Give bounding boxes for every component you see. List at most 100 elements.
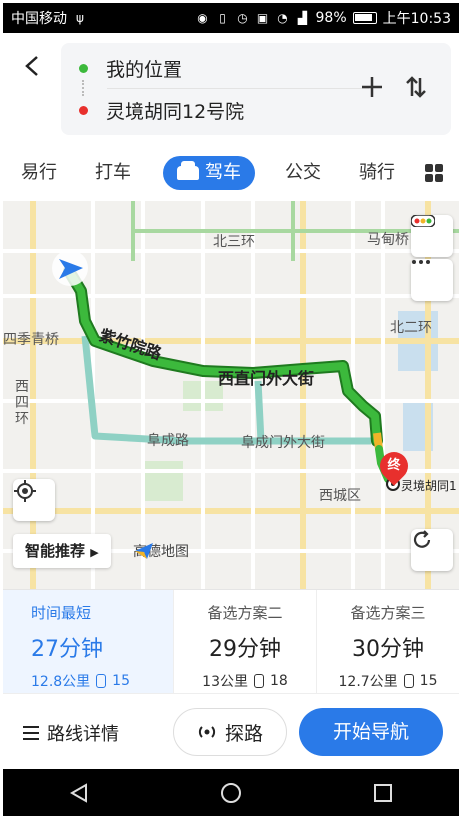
refresh-button[interactable] <box>411 529 453 571</box>
tab-yixing[interactable]: 易行 <box>21 156 57 190</box>
battery-icon <box>352 12 377 24</box>
route-header: 我的位置 灵境胡同12号院 <box>3 33 459 145</box>
route-time: 29分钟 <box>209 637 281 662</box>
route-lights: 15 <box>419 673 438 689</box>
label-xicheng: 西城区 <box>319 488 361 504</box>
swap-button[interactable] <box>401 75 431 105</box>
bottom-actions: 路线详情 探路 开始导航 <box>3 693 459 769</box>
label-fuchenglu: 阜成路 <box>147 433 189 449</box>
locate-button[interactable] <box>13 479 55 521</box>
field-divider <box>107 88 369 89</box>
nav-home-button[interactable] <box>219 781 243 805</box>
add-waypoint-button[interactable] <box>357 75 387 105</box>
signal-icon: ▟ <box>297 11 308 25</box>
label-madianqiao: 马甸桥 <box>367 232 409 248</box>
route-option-1[interactable]: 时间最短 27分钟 12.8公里 15 <box>3 590 174 693</box>
nav-back-icon <box>69 782 87 803</box>
back-arrow-icon <box>25 56 38 76</box>
back-button[interactable] <box>17 51 47 81</box>
traffic-light-icon <box>96 674 107 688</box>
car-icon <box>177 161 199 180</box>
traffic-light-icon <box>403 674 414 688</box>
route-distance: 13公里 <box>202 674 248 690</box>
destination-field[interactable]: 灵境胡同12号院 <box>79 95 244 125</box>
battery-percent: 98% <box>315 10 347 26</box>
route-title: 时间最短 <box>31 604 92 622</box>
origin-dot-icon <box>79 63 88 73</box>
route-distance: 12.8公里 <box>31 674 91 690</box>
route-title: 备选方案三 <box>350 604 426 622</box>
route-time: 27分钟 <box>31 637 103 662</box>
route-option-2[interactable]: 备选方案二 29分钟 13公里 18 <box>174 590 317 693</box>
end-marker: 终 <box>374 446 414 486</box>
label-beisanhuan: 北三环 <box>213 234 255 250</box>
route-lights: 15 <box>112 673 130 689</box>
tab-taxi[interactable]: 打车 <box>95 156 131 190</box>
route-title: 备选方案二 <box>207 604 283 622</box>
tab-bus[interactable]: 公交 <box>285 156 321 190</box>
broadcast-icon <box>198 726 216 738</box>
explore-route-button[interactable]: 探路 <box>173 708 287 756</box>
play-triangle-icon: ▶ <box>90 546 99 559</box>
end-marker-label: 终 <box>387 458 401 473</box>
carrier-label: 中国移动 <box>11 11 67 27</box>
list-icon <box>23 726 39 740</box>
more-options-button[interactable] <box>411 259 453 301</box>
alarm-icon: ◷ <box>237 11 248 25</box>
hd-icon: ▣ <box>256 11 269 25</box>
amap-logo: 高德地图 <box>133 541 189 561</box>
route-connector <box>82 80 84 96</box>
route-detail-button[interactable]: 路线详情 <box>23 720 119 746</box>
clock: 上午10:53 <box>382 11 451 27</box>
tab-drive[interactable]: 驾车 <box>163 156 255 190</box>
amap-logo-icon <box>135 543 153 559</box>
traffic-light-icon <box>254 674 264 688</box>
swap-icon <box>406 76 426 98</box>
more-modes-icon[interactable] <box>425 164 443 182</box>
route-meta: 12.8公里 15 <box>31 671 173 691</box>
route-option-3[interactable]: 备选方案三 30分钟 12.7公里 15 <box>317 590 459 693</box>
wifi-icon: ◔ <box>277 11 288 25</box>
nav-recents-icon <box>374 783 392 802</box>
destination-text: 灵境胡同12号院 <box>106 100 245 123</box>
route-distance: 12.7公里 <box>338 674 398 690</box>
route-label-xizhimenwai: 西直门外大街 <box>218 369 315 388</box>
route-time: 30分钟 <box>352 637 424 662</box>
status-bar: 中国移动 ψ ◉ ▯ ◷ ▣ ◔ ▟ 98% 上午10:53 <box>3 3 459 33</box>
route-detail-label: 路线详情 <box>47 724 119 745</box>
route-meta: 12.7公里 15 <box>317 671 459 691</box>
nav-back-button[interactable] <box>67 781 91 805</box>
vibrate-icon: ▯ <box>219 11 226 25</box>
smart-recommend-label: 智能推荐 <box>25 542 86 560</box>
origin-text: 我的位置 <box>106 58 183 81</box>
start-navigation-button[interactable]: 开始导航 <box>299 708 443 756</box>
traffic-toggle-button[interactable] <box>411 215 453 257</box>
more-dots-icon <box>412 260 430 264</box>
destination-dot-icon <box>79 105 88 115</box>
label-sijiqingqiao: 四季青桥 <box>3 332 59 348</box>
explore-route-label: 探路 <box>224 722 263 745</box>
label-fuchengmenwai: 阜成门外大街 <box>241 435 325 451</box>
route-lights: 18 <box>270 673 288 689</box>
plus-icon <box>362 77 382 97</box>
system-nav-bar <box>3 769 459 816</box>
locate-icon <box>14 480 36 502</box>
nav-recents-button[interactable] <box>371 781 395 805</box>
refresh-icon <box>413 530 431 548</box>
usb-icon: ψ <box>76 11 84 25</box>
label-destination: 灵境胡同1 <box>401 479 457 493</box>
location-icon: ◉ <box>197 11 208 25</box>
route-input-box: 我的位置 灵境胡同12号院 <box>61 43 451 135</box>
map-canvas <box>3 201 459 589</box>
smart-recommend-button[interactable]: 智能推荐 ▶ <box>13 534 111 568</box>
label-beierhuan: 北二环 <box>390 320 432 336</box>
tab-bike[interactable]: 骑行 <box>359 156 395 190</box>
traffic-light-icon <box>411 215 435 227</box>
travel-mode-tabs: 易行 打车 驾车 公交 骑行 <box>3 145 459 201</box>
tab-drive-label: 驾车 <box>205 162 241 183</box>
origin-field[interactable]: 我的位置 <box>79 53 182 83</box>
label-xisihuan: 西四环 <box>15 379 29 427</box>
nav-home-icon <box>221 782 241 803</box>
map-view[interactable]: 北三环 马甸桥 北二环 四季青桥 西四环 阜成路 阜成门外大街 西城区 灵境胡同… <box>3 201 459 589</box>
route-meta: 13公里 18 <box>174 671 316 691</box>
